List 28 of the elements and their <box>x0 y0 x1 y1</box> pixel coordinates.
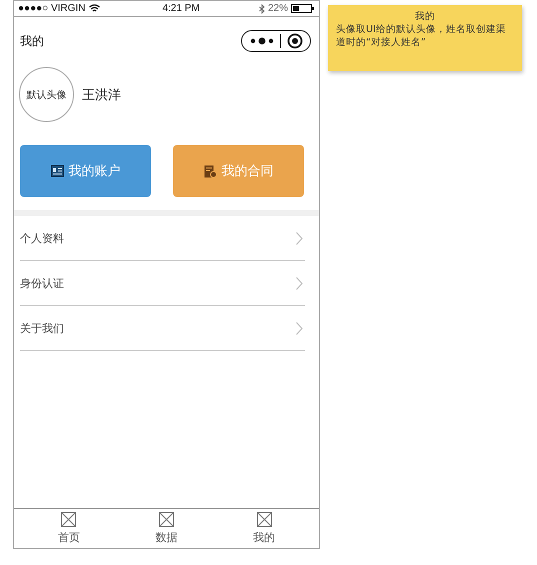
tab-item[interactable]: 数据 <box>136 509 196 548</box>
avatar: 默认头像 <box>19 67 74 122</box>
battery-text: 22% <box>268 3 288 14</box>
close-icon[interactable] <box>287 33 304 49</box>
menu-item[interactable]: 个人资料 <box>20 216 305 261</box>
id-card-icon <box>50 165 64 177</box>
menu-item[interactable]: 身份认证 <box>20 261 305 306</box>
user-name: 王洪洋 <box>82 86 121 104</box>
chevron-icon <box>296 232 303 244</box>
placeholder-icon <box>61 512 76 527</box>
capsule-menu[interactable] <box>241 30 311 52</box>
wifi-icon <box>89 4 100 13</box>
placeholder-icon <box>256 512 272 527</box>
menu-item[interactable]: 关于我们 <box>20 306 305 351</box>
chevron-icon <box>296 322 303 334</box>
more-icon[interactable] <box>248 36 275 46</box>
chevron-icon <box>296 276 303 290</box>
note-title: 我的 <box>414 11 436 24</box>
document-icon <box>204 164 216 178</box>
time-text: 4:21 PM <box>162 3 200 14</box>
page-title: 我的 <box>20 32 44 50</box>
bluetooth-icon <box>258 4 265 14</box>
battery-icon <box>291 4 315 13</box>
carrier-text: ●●●●○ VIRGIN <box>18 3 86 14</box>
placeholder-icon <box>158 512 174 527</box>
note-text: 头像取UI给的默认头像，姓名取创建渠道时的“对接人姓名” <box>336 24 507 50</box>
tab-item[interactable]: 首页 <box>38 509 99 548</box>
tab-item[interactable]: 我的 <box>234 509 294 548</box>
